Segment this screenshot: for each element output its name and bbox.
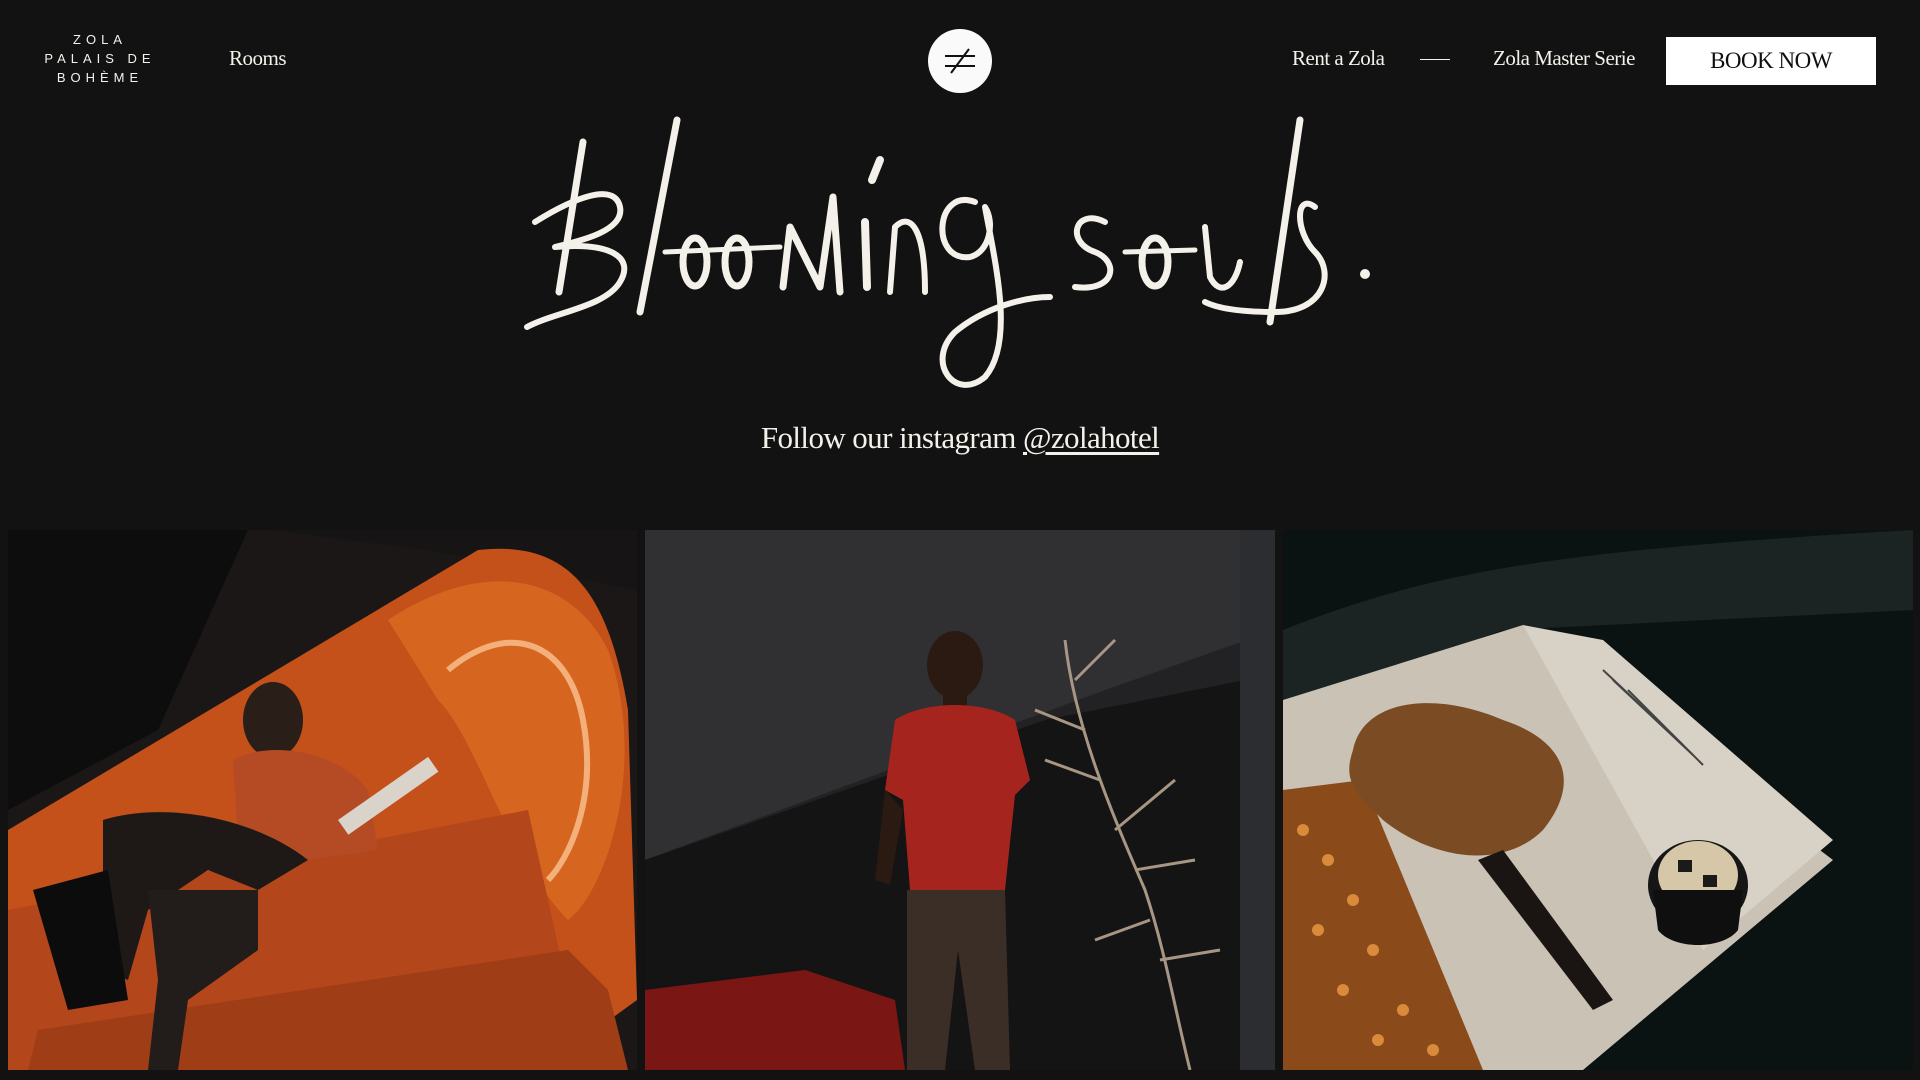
gallery-photo-red-shirt[interactable]	[645, 530, 1275, 1070]
logo-line-3: BOHÈME	[56, 70, 144, 85]
photo-hat-book	[1283, 530, 1913, 1070]
not-equal-icon	[945, 48, 975, 74]
photo-red-shirt	[645, 530, 1275, 1070]
hero-script-title	[524, 116, 1370, 388]
follow-text: Follow our instagram	[760, 420, 1023, 455]
photo-orange-sofa	[8, 530, 637, 1070]
instagram-follow: Follow our instagram @zolahotel	[0, 420, 1920, 456]
instagram-gallery	[0, 530, 1920, 1070]
logo-line-2: PALAIS DE	[44, 51, 156, 66]
nav-divider	[1420, 59, 1450, 60]
site-header: ZOLA PALAIS DE BOHÈME Rooms Rent a Zola …	[0, 0, 1920, 120]
instagram-handle-link[interactable]: @zolahotel	[1023, 420, 1160, 455]
book-now-button[interactable]: BOOK NOW	[1666, 37, 1876, 85]
logo-line-1: ZOLA	[73, 32, 127, 47]
nav-rooms-link[interactable]: Rooms	[229, 46, 287, 71]
brand-logo[interactable]: ZOLA PALAIS DE BOHÈME	[40, 30, 160, 87]
gallery-photo-orange-sofa[interactable]	[8, 530, 637, 1070]
nav-rent-a-zola-link[interactable]: Rent a Zola	[1292, 46, 1385, 71]
gallery-photo-hat-book[interactable]	[1283, 530, 1913, 1070]
nav-master-serie-link[interactable]: Zola Master Serie	[1493, 46, 1635, 71]
menu-toggle-button[interactable]	[928, 29, 992, 93]
